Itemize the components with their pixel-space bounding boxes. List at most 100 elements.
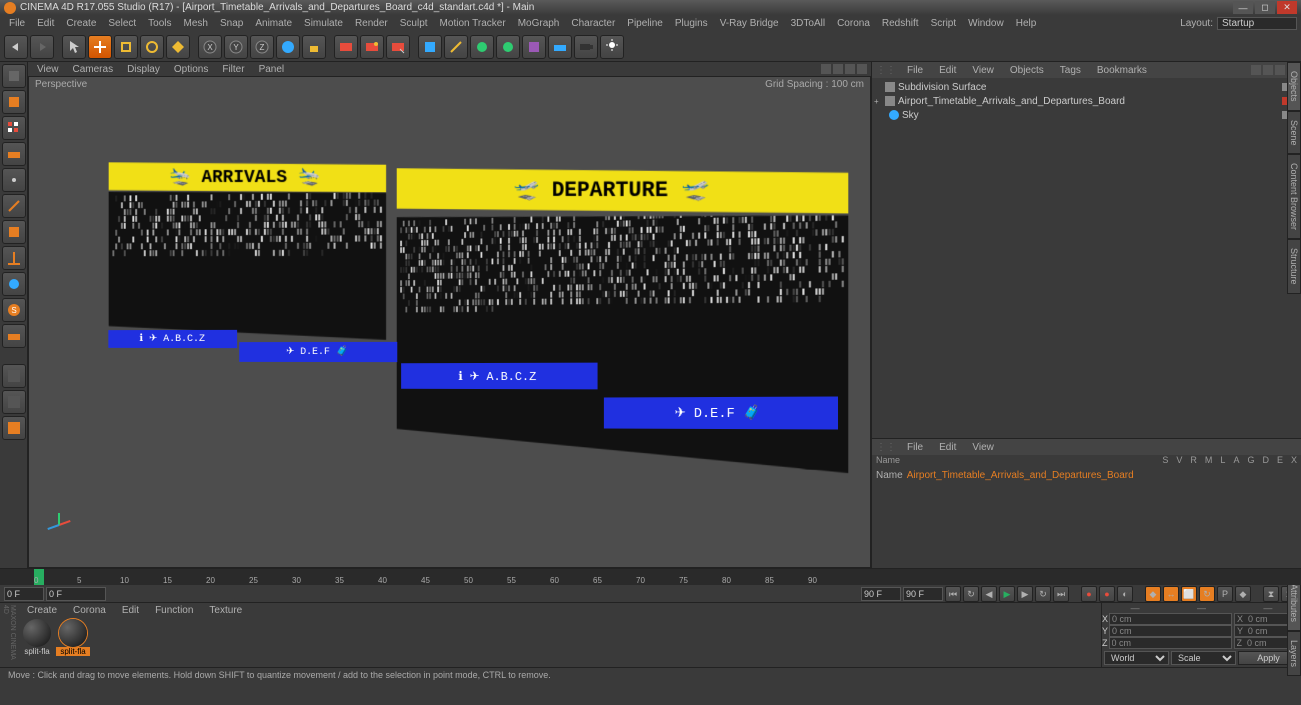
timeline-preview-field[interactable] — [903, 587, 943, 601]
coord-system-toggle[interactable] — [276, 35, 300, 59]
tab-content-browser[interactable]: Content Browser — [1287, 154, 1301, 239]
menu-redshift[interactable]: Redshift — [877, 18, 924, 29]
make-editable-button[interactable] — [2, 64, 26, 88]
polygon-mode-button[interactable] — [2, 220, 26, 244]
coord-z-pos[interactable] — [1109, 637, 1232, 649]
primitive-cube-button[interactable] — [418, 35, 442, 59]
attr-menu-file[interactable]: File — [902, 442, 928, 453]
play-forward-button[interactable]: ↻ — [1035, 586, 1051, 602]
menu-mograph[interactable]: MoGraph — [513, 18, 565, 29]
workplane-mode-button[interactable] — [2, 142, 26, 166]
menu-3dtoall[interactable]: 3DToAll — [786, 18, 830, 29]
menu-sculpt[interactable]: Sculpt — [395, 18, 433, 29]
menu-snap[interactable]: Snap — [215, 18, 248, 29]
redo-button[interactable] — [30, 35, 54, 59]
obj-menu-file[interactable]: File — [902, 65, 928, 76]
key-param-button[interactable]: P — [1217, 586, 1233, 602]
viewport-solo-button[interactable] — [2, 416, 26, 440]
close-button[interactable]: ✕ — [1277, 1, 1297, 14]
menu-character[interactable]: Character — [566, 18, 620, 29]
menu-simulate[interactable]: Simulate — [299, 18, 348, 29]
material-list[interactable]: split-fla split-fla — [18, 617, 1101, 667]
tab-structure[interactable]: Structure — [1287, 239, 1301, 294]
tab-layers[interactable]: Layers — [1287, 631, 1301, 676]
environment-button[interactable] — [548, 35, 572, 59]
menu-render[interactable]: Render — [350, 18, 393, 29]
last-tool[interactable] — [166, 35, 190, 59]
tree-expand-icon[interactable]: + — [874, 97, 882, 106]
planar-workplane-button[interactable] — [2, 390, 26, 414]
axis-mode-button[interactable] — [2, 246, 26, 270]
coord-y-pos[interactable] — [1109, 625, 1232, 637]
timeline-start-field[interactable] — [4, 587, 44, 601]
goto-end-button[interactable]: ⏭ — [1053, 586, 1069, 602]
light-button[interactable] — [600, 35, 624, 59]
menu-vray[interactable]: V-Ray Bridge — [715, 18, 784, 29]
undo-button[interactable] — [4, 35, 28, 59]
locked-workplane-button[interactable] — [2, 364, 26, 388]
vp-menu-view[interactable]: View — [32, 64, 64, 75]
mat-menu-corona[interactable]: Corona — [68, 605, 111, 616]
loop-button[interactable]: ↻ — [963, 586, 979, 602]
workplane-button[interactable] — [2, 324, 26, 348]
layout-dropdown[interactable]: Startup — [1217, 17, 1297, 30]
point-mode-button[interactable] — [2, 168, 26, 192]
camera-button[interactable] — [574, 35, 598, 59]
menu-corona[interactable]: Corona — [832, 18, 875, 29]
texture-mode-button[interactable] — [2, 116, 26, 140]
obj-menu-tags[interactable]: Tags — [1055, 65, 1086, 76]
menu-script[interactable]: Script — [926, 18, 962, 29]
obj-menu-bookmarks[interactable]: Bookmarks — [1092, 65, 1152, 76]
mat-menu-texture[interactable]: Texture — [204, 605, 247, 616]
timeline-ruler[interactable]: 051015202530354045505560657075808590 — [0, 569, 1301, 585]
edge-mode-button[interactable] — [2, 194, 26, 218]
obj-menu-objects[interactable]: Objects — [1005, 65, 1049, 76]
tree-item-label[interactable]: Subdivision Surface — [898, 82, 1279, 93]
scale-mode-dropdown[interactable]: Scale — [1171, 651, 1236, 665]
vp-nav-icon[interactable] — [857, 64, 867, 74]
menu-motiontracker[interactable]: Motion Tracker — [435, 18, 511, 29]
eye-icon[interactable] — [1275, 65, 1285, 75]
scale-tool[interactable] — [114, 35, 138, 59]
render-picture-button[interactable] — [360, 35, 384, 59]
menu-select[interactable]: Select — [103, 18, 141, 29]
vp-nav-icon[interactable] — [845, 64, 855, 74]
prev-frame-button[interactable]: ◀ — [981, 586, 997, 602]
interp-button[interactable]: ⧗ — [1263, 586, 1279, 602]
key-rot-button[interactable]: ↻ — [1199, 586, 1215, 602]
axis-y-toggle[interactable]: Y — [224, 35, 248, 59]
rotate-tool[interactable] — [140, 35, 164, 59]
menu-help[interactable]: Help — [1011, 18, 1042, 29]
move-tool[interactable] — [88, 35, 112, 59]
menu-mesh[interactable]: Mesh — [179, 18, 213, 29]
axis-z-toggle[interactable]: Z — [250, 35, 274, 59]
tweak-mode-button[interactable] — [2, 272, 26, 296]
menu-create[interactable]: Create — [61, 18, 101, 29]
vp-menu-filter[interactable]: Filter — [217, 64, 249, 75]
material-item[interactable]: split-fla — [20, 619, 54, 665]
generator2-button[interactable] — [496, 35, 520, 59]
tree-item-label[interactable]: Airport_Timetable_Arrivals_and_Departure… — [898, 96, 1279, 107]
next-frame-button[interactable]: ▶ — [1017, 586, 1033, 602]
timeline-end-field[interactable] — [861, 587, 901, 601]
viewport-3d[interactable]: Perspective Grid Spacing : 100 cm 🛬 ARRI… — [28, 76, 871, 568]
play-button[interactable]: ▶ — [999, 586, 1015, 602]
locked-tool[interactable] — [302, 35, 326, 59]
obj-menu-edit[interactable]: Edit — [934, 65, 961, 76]
mat-menu-create[interactable]: Create — [22, 605, 62, 616]
tab-objects[interactable]: Objects — [1287, 62, 1301, 111]
menu-pipeline[interactable]: Pipeline — [622, 18, 668, 29]
attr-menu-view[interactable]: View — [967, 442, 999, 453]
menu-window[interactable]: Window — [963, 18, 1009, 29]
vp-menu-options[interactable]: Options — [169, 64, 213, 75]
key-pos-button[interactable]: ↔ — [1163, 586, 1179, 602]
key-scale-button[interactable]: ⬜ — [1181, 586, 1197, 602]
goto-start-button[interactable]: ⏮ — [945, 586, 961, 602]
mat-menu-function[interactable]: Function — [150, 605, 198, 616]
vp-menu-display[interactable]: Display — [122, 64, 165, 75]
attr-menu-edit[interactable]: Edit — [934, 442, 961, 453]
minimize-button[interactable]: — — [1233, 1, 1253, 14]
tree-item-label[interactable]: Sky — [902, 110, 1279, 121]
axis-x-toggle[interactable]: X — [198, 35, 222, 59]
menu-plugins[interactable]: Plugins — [670, 18, 713, 29]
